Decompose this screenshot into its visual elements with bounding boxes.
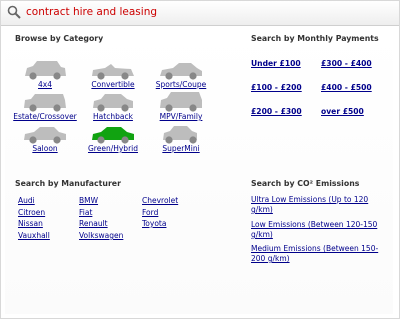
manufacturer-link[interactable]: Renault bbox=[79, 219, 108, 228]
category-link[interactable]: SuperMini bbox=[146, 144, 216, 153]
car-4x4-icon[interactable] bbox=[21, 56, 69, 80]
manufacturer-link[interactable]: Chevrolet bbox=[142, 196, 178, 205]
category-item[interactable]: Convertible bbox=[78, 56, 148, 89]
payment-range-link[interactable]: £400 - £500 bbox=[321, 83, 372, 92]
category-link[interactable]: Saloon bbox=[10, 144, 80, 153]
search-query[interactable]: contract hire and leasing bbox=[26, 6, 157, 18]
category-item[interactable]: Hatchback bbox=[78, 88, 148, 121]
widget-frame: contract hire and leasing Browse by Cate… bbox=[0, 0, 400, 319]
car-supermini-icon[interactable] bbox=[157, 120, 205, 144]
manufacturer-link[interactable]: Citroen bbox=[18, 208, 45, 217]
category-item[interactable]: Green/Hybrid bbox=[78, 120, 148, 153]
search-bar[interactable]: contract hire and leasing bbox=[1, 1, 399, 26]
car-mpv-icon[interactable] bbox=[157, 88, 205, 112]
payment-range-link[interactable]: over £500 bbox=[321, 107, 364, 116]
manufacturer-link[interactable]: Fiat bbox=[79, 208, 92, 217]
content-panel: Browse by Category 4x4 Convertible Sports/… bbox=[5, 28, 393, 314]
co2-heading: Search by CO² Emissions bbox=[251, 179, 360, 188]
co2-emissions-link[interactable]: Ultra Low Emissions (Up to 120 g/km) bbox=[251, 195, 383, 215]
car-convertible-icon[interactable] bbox=[89, 56, 137, 80]
category-item[interactable]: Saloon bbox=[10, 120, 80, 153]
car-green-hybrid-icon[interactable] bbox=[89, 120, 137, 144]
manufacturer-link[interactable]: Vauxhall bbox=[18, 231, 50, 240]
payment-range-link[interactable]: Under £100 bbox=[251, 59, 301, 68]
co2-emissions-link[interactable]: Medium Emissions (Between 150-200 g/km) bbox=[251, 244, 383, 264]
payments-heading: Search by Monthly Payments bbox=[251, 34, 379, 43]
category-heading: Browse by Category bbox=[15, 34, 104, 43]
manufacturer-link[interactable]: Ford bbox=[142, 208, 158, 217]
car-hatchback-icon[interactable] bbox=[89, 88, 137, 112]
manufacturer-heading: Search by Manufacturer bbox=[15, 179, 121, 188]
car-saloon-icon[interactable] bbox=[21, 120, 69, 144]
co2-emissions-link[interactable]: Low Emissions (Between 120-150 g/km) bbox=[251, 220, 383, 240]
category-item[interactable]: Sports/Coupe bbox=[146, 56, 216, 89]
manufacturer-link[interactable]: Audi bbox=[18, 196, 35, 205]
manufacturer-link[interactable]: Toyota bbox=[142, 219, 166, 228]
search-icon[interactable] bbox=[7, 5, 21, 19]
payment-range-link[interactable]: £100 - £200 bbox=[251, 83, 302, 92]
manufacturer-link[interactable]: Nissan bbox=[18, 219, 43, 228]
category-item[interactable]: 4x4 bbox=[10, 56, 80, 89]
manufacturer-link[interactable]: BMW bbox=[79, 196, 98, 205]
manufacturer-link[interactable]: Volkswagen bbox=[79, 231, 123, 240]
category-item[interactable]: SuperMini bbox=[146, 120, 216, 153]
category-item[interactable]: MPV/Family bbox=[146, 88, 216, 121]
car-estate-icon[interactable] bbox=[21, 88, 69, 112]
payment-range-link[interactable]: £200 - £300 bbox=[251, 107, 302, 116]
category-link[interactable]: Green/Hybrid bbox=[78, 144, 148, 153]
category-item[interactable]: Estate/Crossover bbox=[10, 88, 80, 121]
payment-range-link[interactable]: £300 - £400 bbox=[321, 59, 372, 68]
car-sports-coupe-icon[interactable] bbox=[157, 56, 205, 80]
